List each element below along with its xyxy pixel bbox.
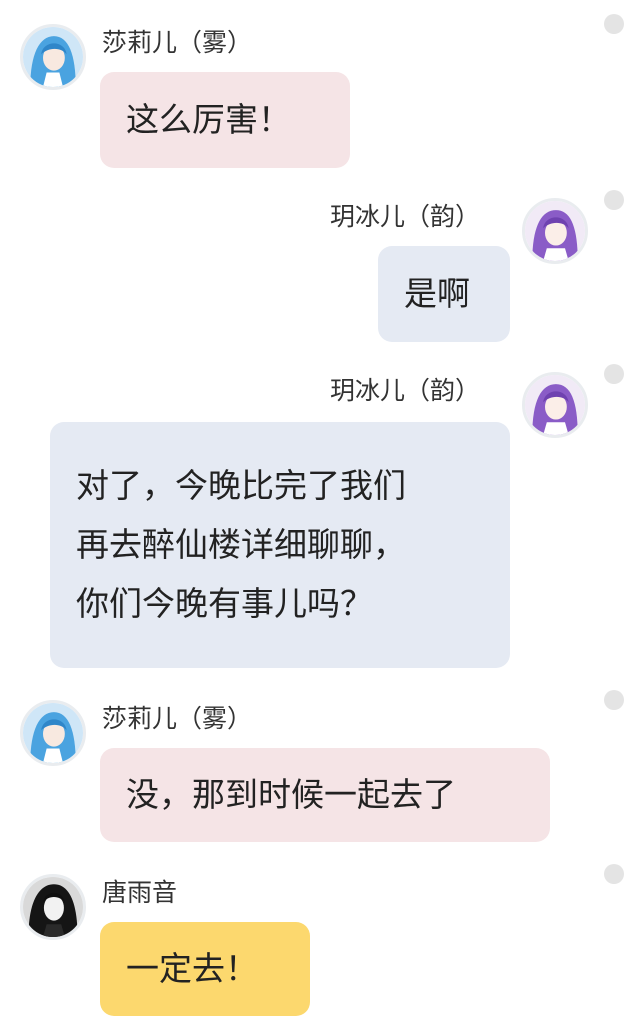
blue-haired-girl-avatar-icon: [23, 27, 83, 87]
message-text: 这么厉害！: [126, 100, 291, 139]
purple-haired-girl-avatar-icon: [525, 201, 585, 261]
message-text: 没，那到时候一起去了: [126, 775, 456, 814]
status-dot: [604, 14, 624, 34]
status-dot: [604, 690, 624, 710]
dark-haired-girl-avatar-icon: [23, 877, 83, 937]
message-text-line: 再去醉仙楼详细聊聊，: [76, 525, 406, 564]
sender-name: 唐雨音: [102, 878, 178, 907]
message-bubble[interactable]: 这么厉害！: [100, 72, 350, 168]
message-text-line: 对了，今晚比完了我们: [76, 466, 406, 505]
avatar-blue-haired-girl[interactable]: [20, 24, 86, 90]
avatar-dark-haired-girl[interactable]: [20, 874, 86, 940]
message-bubble[interactable]: 一定去！: [100, 922, 310, 1016]
message-bubble[interactable]: 对了，今晚比完了我们 再去醉仙楼详细聊聊， 你们今晚有事儿吗？: [50, 422, 510, 668]
avatar-purple-haired-girl[interactable]: [522, 198, 588, 264]
sender-name: 莎莉儿（雾）: [102, 704, 253, 733]
status-dot: [604, 864, 624, 884]
blue-haired-girl-avatar-icon: [23, 703, 83, 763]
message-text-line: 你们今晚有事儿吗？: [76, 584, 373, 623]
message-text: 是啊: [404, 274, 470, 313]
avatar-blue-haired-girl[interactable]: [20, 700, 86, 766]
sender-name: 莎莉儿（雾）: [102, 28, 253, 57]
status-dot: [604, 190, 624, 210]
sender-name: 玥冰儿（韵）: [330, 376, 481, 405]
message-text: 一定去！: [126, 949, 258, 988]
message-bubble[interactable]: 是啊: [378, 246, 510, 342]
message-bubble[interactable]: 没，那到时候一起去了: [100, 748, 550, 842]
purple-haired-girl-avatar-icon: [525, 375, 585, 435]
avatar-purple-haired-girl[interactable]: [522, 372, 588, 438]
sender-name: 玥冰儿（韵）: [330, 202, 481, 231]
status-dot: [604, 364, 624, 384]
